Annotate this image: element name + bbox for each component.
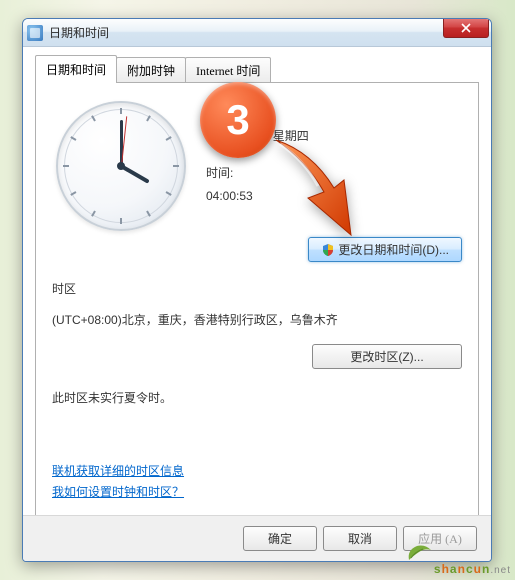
shield-icon <box>321 243 335 257</box>
close-button[interactable] <box>443 18 489 38</box>
datetime-window: 日期和时间 日期和时间 附加时钟 Internet 时间 <box>22 18 492 562</box>
datetime-icon <box>27 25 43 41</box>
tab-datetime[interactable]: 日期和时间 <box>35 55 117 82</box>
datetime-info: 2 10 星期四 时间: 04:00:53 <box>206 97 309 211</box>
change-datetime-button[interactable]: 更改日期和时间(D)... <box>308 237 462 262</box>
watermark: shancun.net <box>434 560 511 578</box>
watermark-leaf-icon <box>405 542 433 562</box>
change-timezone-button[interactable]: 更改时区(Z)... <box>312 344 462 369</box>
tab-strip: 日期和时间 附加时钟 Internet 时间 <box>35 57 479 83</box>
change-datetime-row: 更改日期和时间(D)... <box>52 237 462 262</box>
dst-note: 此时区未实行夏令时。 <box>52 389 462 406</box>
tab-panel: 2 10 星期四 时间: 04:00:53 更改日期和时间(D)... 时区 <box>35 83 479 533</box>
cancel-button[interactable]: 取消 <box>323 526 397 551</box>
close-icon <box>461 23 471 33</box>
timezone-section: 时区 (UTC+08:00)北京，重庆，香港特别行政区，乌鲁木齐 更改时区(Z)… <box>52 280 462 504</box>
window-body: 日期和时间 附加时钟 Internet 时间 <box>23 47 491 545</box>
clock-center <box>117 162 125 170</box>
date-value-prefix: 2 <box>206 129 213 143</box>
ok-button[interactable]: 确定 <box>243 526 317 551</box>
timezone-label: 时区 <box>52 280 462 297</box>
online-tz-info-link[interactable]: 联机获取详细的时区信息 <box>52 462 184 479</box>
analog-clock <box>56 101 186 231</box>
window-title: 日期和时间 <box>49 24 109 41</box>
weekday-value: 星期四 <box>273 129 309 143</box>
date-value-suffix: 10 <box>246 129 259 143</box>
howto-link[interactable]: 我如何设置时钟和时区？ <box>52 483 184 500</box>
watermark-suffix: .net <box>490 565 511 576</box>
change-timezone-row: 更改时区(Z)... <box>52 344 462 369</box>
time-label: 时间: <box>206 164 309 181</box>
titlebar[interactable]: 日期和时间 <box>23 19 491 47</box>
change-timezone-label: 更改时区(Z)... <box>350 350 423 364</box>
tab-internet-time[interactable]: Internet 时间 <box>185 57 271 82</box>
time-value: 04:00:53 <box>206 189 309 203</box>
tab-additional-clocks[interactable]: 附加时钟 <box>116 57 186 82</box>
timezone-value: (UTC+08:00)北京，重庆，香港特别行政区，乌鲁木齐 <box>52 311 462 328</box>
change-datetime-label: 更改日期和时间(D)... <box>338 243 449 257</box>
date-row: 2 10 星期四 <box>206 127 309 144</box>
datetime-section: 2 10 星期四 时间: 04:00:53 <box>52 97 462 231</box>
